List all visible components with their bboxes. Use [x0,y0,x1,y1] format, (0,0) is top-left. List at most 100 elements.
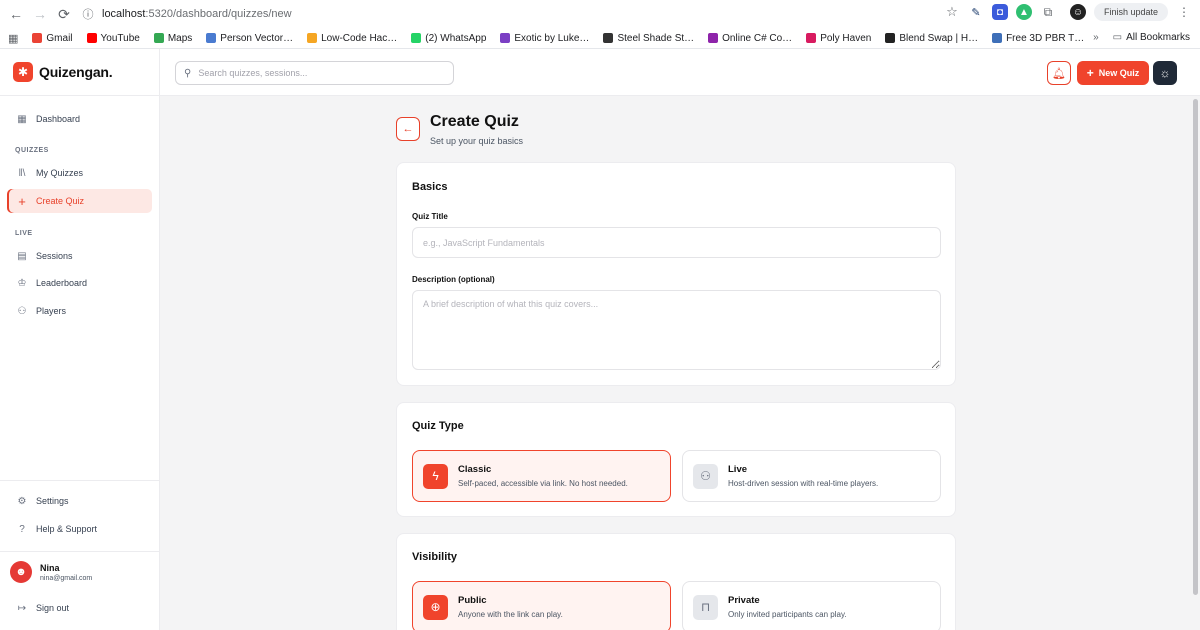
page-subtitle: Set up your quiz basics [430,136,524,146]
sidebar-item-create-quiz[interactable]: + Create Quiz [7,189,152,213]
bookmark-item[interactable]: Maps [153,33,192,44]
option-description: Anyone with the link can play. [458,610,563,619]
help-circle-icon: ? [19,523,25,535]
calendar-icon: ▤ [17,250,27,262]
library-icon: ‖\ [18,167,26,179]
quiz-type-title: Quiz Type [412,420,464,432]
bookmark-item[interactable]: Online C# Co… [708,33,792,44]
visibility-title: Visibility [412,551,458,563]
option-title: Private [728,595,760,606]
sidebar-item-sessions[interactable]: ▤ Sessions [7,244,152,268]
all-bookmarks-label: All Bookmarks [1126,32,1190,43]
more-bookmarks-icon[interactable]: » [1093,32,1099,43]
user-name: Nina [40,562,60,573]
bookmark-label: Gmail [46,32,73,44]
apps-grid-icon[interactable]: ▦ [8,32,18,45]
bookmark-label: Free 3D PBR T… [1006,32,1085,44]
bookmark-item[interactable]: Poly Haven [806,33,871,44]
quiz-type-card: Quiz Type ϟ Classic Self-paced, accessib… [396,402,956,517]
bookmark-item[interactable]: Person Vector… [206,33,293,44]
sidebar-item-leaderboard[interactable]: ♔ Leaderboard [7,271,152,295]
bookmark-item[interactable]: (2) WhatsApp [411,33,486,44]
option-description: Self-paced, accessible via link. No host… [458,479,628,488]
notifications-bell-icon[interactable]: 🔔︎ [1047,61,1071,85]
bookmark-favicon-icon [603,33,614,43]
page-scrollbar[interactable] [1193,99,1198,595]
quiz-title-label: Quiz Title [412,212,448,221]
bookmark-favicon-icon [500,33,511,43]
theme-toggle-sun-icon[interactable]: ☼ [1153,61,1177,85]
sidebar-item-label: Leaderboard [36,278,88,288]
plus-icon: + [1086,66,1094,80]
sign-out-label: Sign out [36,603,70,613]
folder-icon: ▭ [1112,32,1123,43]
forward-arrow-icon[interactable]: → [28,2,52,26]
section-label-quizzes: QUIZZES [15,147,49,154]
page-title: Create Quiz [430,113,519,130]
sidebar-divider [0,480,160,481]
bookmark-item[interactable]: Steel Shade St… [603,33,694,44]
star-bookmark-icon[interactable]: ☆ [944,4,960,20]
back-button[interactable]: ← [396,117,420,141]
avatar: ☻ [10,561,32,583]
sidebar-item-dashboard[interactable]: ▦ Dashboard [7,107,152,131]
sign-out-icon: ↦ [17,602,27,614]
sidebar-item-my-quizzes[interactable]: ‖\ My Quizzes [7,161,152,185]
quiz-type-classic-option[interactable]: ϟ Classic Self-paced, accessible via lin… [412,450,671,502]
sidebar-divider [0,551,160,552]
bookmark-label: YouTube [100,32,140,44]
search-box[interactable]: ⚲ [175,61,454,85]
browser-menu-icon[interactable]: ⋮ [1176,4,1192,20]
bookmark-item[interactable]: Free 3D PBR T… [992,33,1084,44]
sidebar-item-players[interactable]: ⚇ Players [7,299,152,323]
description-textarea[interactable] [412,290,941,370]
site-info-icon[interactable]: ⓘ [76,2,100,26]
brand[interactable]: ✱ Quizengan. [0,49,159,96]
bookmark-favicon-icon [206,33,217,43]
plus-icon: + [18,193,26,209]
brand-logo-icon: ✱ [13,62,33,82]
top-bar: ⚲ 🔔︎ + New Quiz ☼ [160,49,1200,96]
sign-out-button[interactable]: ↦ Sign out [7,596,152,620]
bookmark-favicon-icon [153,33,164,43]
quiz-title-input[interactable] [412,227,941,258]
bookmark-label: Person Vector… [220,32,294,44]
back-arrow-icon[interactable]: ← [4,2,28,26]
extensions-puzzle-icon[interactable]: ⧉ [1040,4,1056,20]
basics-card: Basics Quiz Title Description (optional) [396,162,956,386]
trophy-icon: ♔ [17,277,27,289]
bookmark-item[interactable]: Blend Swap | H… [885,33,978,44]
user-email: nina@gmail.com [40,574,93,582]
sidebar-item-label: Dashboard [36,114,81,124]
address-bar[interactable]: localhost:5320/dashboard/quizzes/new [102,8,292,20]
bookmark-item[interactable]: Low-Code Hac… [307,33,397,44]
bookmark-favicon-icon [708,33,719,43]
url-path: :5320/dashboard/quizzes/new [145,8,292,20]
bookmark-item[interactable]: Gmail [32,32,73,44]
bookmark-favicon-icon [86,33,97,43]
bookmark-item[interactable]: YouTube [86,32,140,44]
lightning-icon: ϟ [423,463,448,489]
sidebar-item-settings[interactable]: ⚙ Settings [7,489,152,513]
search-input[interactable] [198,68,429,78]
quiz-type-live-option[interactable]: ⚇ Live Host-driven session with real-tim… [682,450,941,502]
all-bookmarks[interactable]: ▭ All Bookmarks [1113,32,1190,43]
bookmark-label: Online C# Co… [722,32,793,44]
bookmark-favicon-icon [992,33,1003,43]
brand-name: Quizengan. [39,64,113,80]
bookmark-item[interactable]: Exotic by Luke… [500,33,589,44]
lock-icon: ⊓ [693,594,718,620]
visibility-public-option[interactable]: ⊕ Public Anyone with the link can play. [412,581,671,630]
eyedropper-extension-icon[interactable]: ✎ [968,4,984,20]
green-extension-icon[interactable]: ▲ [1015,4,1032,20]
profile-avatar-icon[interactable]: ☺ [1069,4,1086,20]
sidebar-item-help[interactable]: ? Help & Support [7,517,152,541]
visibility-private-option[interactable]: ⊓ Private Only invited participants can … [682,581,941,630]
reload-icon[interactable]: ⟳ [52,2,76,26]
sidebar-item-label: Sessions [36,251,73,261]
new-quiz-button[interactable]: + New Quiz [1077,61,1149,85]
blue-extension-icon[interactable]: ◘ [991,4,1008,20]
finish-update-button[interactable]: Finish update [1093,3,1168,21]
user-profile[interactable]: ☻ Nina nina@gmail.com [10,561,92,583]
gear-icon: ⚙ [17,495,27,507]
